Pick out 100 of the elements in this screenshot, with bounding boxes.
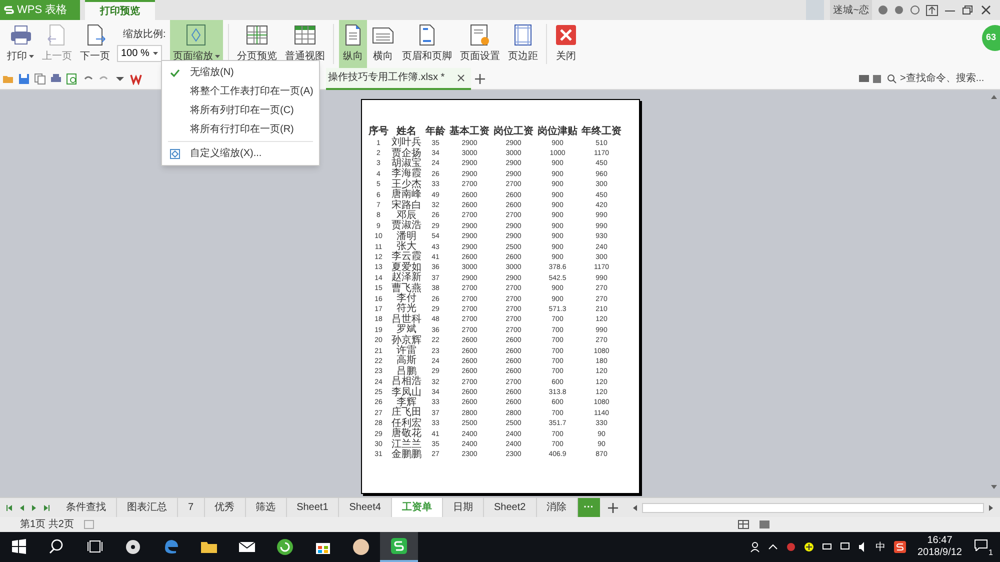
- table-cell-text: 金鹏鹏: [390, 450, 422, 460]
- menu-item[interactable]: 将整个工作表打印在一页(A): [162, 82, 319, 101]
- column-header: 姓名: [390, 126, 424, 138]
- custom-scale-icon: [170, 148, 180, 158]
- windows-start-icon[interactable]: [10, 538, 28, 556]
- first-sheet-icon[interactable]: [6, 504, 14, 512]
- table-cell-text: 王少杰: [390, 180, 422, 190]
- page-margins-icon: [512, 24, 534, 46]
- close-icon[interactable]: [980, 5, 992, 15]
- table-cell: 符光: [390, 304, 424, 315]
- close-preview-icon: [554, 24, 577, 46]
- table-cell-text: 贾企扬: [390, 148, 422, 159]
- menu-item[interactable]: 自定义缩放(X)...: [162, 144, 319, 163]
- table-cell-text: 胡淑宝: [390, 158, 422, 169]
- table-cell-text: 李海霞: [390, 169, 422, 180]
- page-scale-icon: [185, 24, 208, 46]
- column-header: 年终工资: [580, 126, 622, 138]
- note-icon: [84, 520, 94, 529]
- ribbon-button[interactable]: 下一页: [77, 20, 113, 68]
- search-icon: [887, 74, 897, 84]
- table-cell-text: 赵泽新: [390, 273, 422, 284]
- app-name: WPS 表格: [17, 2, 68, 18]
- table-cell-text: 潘明: [396, 232, 418, 242]
- table-cell-text: 任利宏: [390, 418, 422, 429]
- zoom-field[interactable]: 100 %: [117, 44, 162, 62]
- scroll-up-icon[interactable]: [990, 94, 998, 100]
- document-tab[interactable]: 操作技巧专用工作簿.xlsx *: [326, 68, 471, 90]
- scroll-left-icon[interactable]: [632, 504, 638, 512]
- next-sheet-icon[interactable]: [30, 504, 38, 512]
- table-cell-text: 许雷: [396, 346, 418, 356]
- search-field[interactable]: >查找命令、搜索...: [887, 71, 998, 86]
- column-header: 序号: [368, 126, 390, 138]
- clock-date[interactable]: 2018/9/12: [918, 547, 962, 559]
- table-cell-text: 唐南峰: [390, 190, 422, 200]
- zoom-label: 缩放比例:: [122, 28, 166, 42]
- column-header: 基本工资: [448, 126, 490, 138]
- table-cell-text: 李凤山: [390, 387, 422, 398]
- page-break-view-icon[interactable]: [759, 520, 770, 529]
- sogou-icon[interactable]: [894, 541, 906, 553]
- scroll-down-icon[interactable]: [990, 484, 998, 490]
- tray-plus-icon[interactable]: [804, 541, 814, 553]
- table-cell-text: 刘叶兵: [390, 138, 422, 148]
- user-name[interactable]: 迷城~恋: [830, 0, 872, 20]
- table-cell-text: 曹飞燕: [390, 283, 422, 294]
- table-cell-text: 高斯: [396, 356, 418, 366]
- caret-icon: [153, 52, 158, 54]
- print-preview-icon[interactable]: [66, 72, 78, 84]
- add-tab-icon[interactable]: [474, 74, 485, 84]
- column-header: 岗位工资: [492, 126, 534, 138]
- people-icon[interactable]: [750, 541, 760, 553]
- table-cell-text: 孙京辉: [390, 335, 422, 346]
- upload-icon[interactable]: [926, 4, 938, 16]
- sheet-tab[interactable]: 工资单: [392, 498, 443, 517]
- table-cell-text: 夏爱如: [390, 262, 422, 273]
- page-grid-icon: [246, 24, 268, 46]
- input-method-indicator[interactable]: 中: [876, 540, 886, 554]
- notification-icon[interactable]: [974, 539, 988, 551]
- add-sheet-icon[interactable]: [608, 502, 618, 512]
- page-count: 第1页 共2页: [20, 518, 74, 532]
- avatar-app-icon[interactable]: [352, 538, 370, 556]
- save-icon[interactable]: [18, 72, 30, 84]
- table-cell-text: 庄飞田: [390, 408, 422, 418]
- ribbon-button[interactable]: 页边距: [504, 20, 541, 68]
- printer-icon: [10, 24, 32, 46]
- table-cell-text: 吕相浩: [390, 376, 422, 388]
- notification-count: 1: [988, 548, 994, 557]
- clock-time[interactable]: 16:47: [927, 535, 952, 547]
- ribbon-button[interactable]: 关闭: [552, 20, 580, 68]
- normal-view-icon[interactable]: [738, 520, 749, 529]
- table-cell-text: 李云霞: [390, 252, 422, 262]
- edge-browser-icon[interactable]: [162, 538, 180, 556]
- table-cell: 罗斌: [390, 325, 424, 336]
- last-sheet-icon[interactable]: [42, 504, 50, 512]
- ribbon-button[interactable]: 页眉和页脚: [398, 20, 455, 68]
- scroll-right-icon[interactable]: [988, 504, 994, 512]
- ribbon-button[interactable]: 横向: [368, 20, 397, 68]
- table-cell-text: 吕世科: [390, 314, 422, 325]
- menu-item[interactable]: 将所有行打印在一页(R): [162, 120, 319, 139]
- ribbon-button[interactable]: 页面设置: [456, 20, 503, 68]
- restore-icon[interactable]: [962, 5, 974, 15]
- ribbon-tab[interactable]: 打印预览: [85, 0, 155, 20]
- column-header: 岗位津贴: [536, 126, 578, 138]
- w-logo-icon[interactable]: [130, 72, 142, 84]
- wps-app-icon[interactable]: [390, 537, 408, 555]
- ribbon-button[interactable]: 打印: [4, 20, 37, 68]
- menu-item[interactable]: 将所有列打印在一页(C): [162, 101, 319, 120]
- table-cell-text: 江兰兰: [390, 439, 422, 450]
- prev-sheet-icon[interactable]: [18, 504, 26, 512]
- refresh-globe-icon[interactable]: [276, 538, 294, 556]
- copy-icon[interactable]: [34, 72, 46, 84]
- column-header: 年龄: [424, 126, 446, 138]
- table-cell-text: 宋路白: [390, 200, 422, 211]
- printer-icon[interactable]: [50, 72, 62, 84]
- wps-logo-icon: [4, 5, 14, 15]
- horizontal-scrollbar[interactable]: [642, 502, 984, 512]
- close-icon[interactable]: [456, 74, 465, 82]
- ribbon-button[interactable]: 纵向: [338, 20, 367, 68]
- table-cell-text: 贾淑浩: [390, 221, 422, 232]
- table-cell-text: 唐敬花: [390, 428, 422, 440]
- page-setup-icon: [468, 24, 491, 46]
